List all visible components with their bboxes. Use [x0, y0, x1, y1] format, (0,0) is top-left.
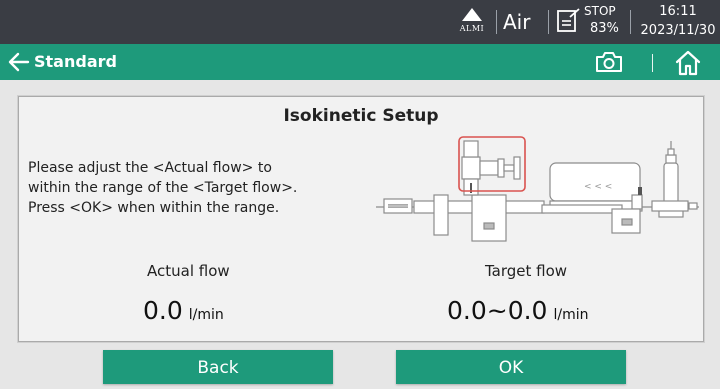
battery-icon — [557, 8, 580, 32]
actual-flow-value: 0.0 — [143, 296, 183, 325]
home-icon[interactable] — [674, 49, 702, 77]
flow-direction-arrows: < < < — [584, 182, 612, 192]
run-state: STOP — [584, 4, 616, 18]
panel-title: Isokinetic Setup — [283, 106, 439, 126]
instruction-line: Press <OK> when within the range. — [28, 200, 280, 216]
status-bar: ALMI Air STOP 83% 16:11 2023/11/30 — [0, 0, 720, 44]
gas-type: Air — [503, 10, 531, 34]
alarm-icon — [462, 8, 482, 21]
status-divider — [548, 10, 549, 34]
clock-date: 2023/11/30 — [640, 23, 716, 38]
target-flow-readout: 0.0~0.0 l/min — [447, 293, 588, 333]
instructions: Please adjust the <Actual flow> to withi… — [28, 158, 297, 218]
status-divider — [630, 10, 631, 34]
ok-button[interactable]: OK — [396, 350, 626, 384]
instruction-line: within the range of the <Target flow>. — [28, 180, 298, 196]
camera-icon[interactable] — [594, 50, 624, 74]
instruction-line: Please adjust the <Actual flow> to — [28, 160, 272, 176]
nav-bar: Standard — [0, 44, 720, 80]
isokinetic-setup-panel: Isokinetic Setup Please adjust the <Actu… — [18, 96, 704, 342]
actual-flow-unit: l/min — [188, 307, 224, 323]
status-divider — [496, 10, 497, 34]
sampling-train-diagram: < < < — [376, 136, 699, 242]
clock-time: 16:11 — [659, 4, 697, 19]
actual-flow-readout: 0.0 l/min — [143, 293, 224, 333]
nav-divider — [652, 54, 653, 72]
back-button[interactable]: Back — [103, 350, 333, 384]
back-arrow-icon[interactable] — [6, 50, 32, 74]
alarm-label: ALMI — [459, 24, 485, 33]
target-flow-label: Target flow — [485, 262, 568, 280]
battery-level: 83% — [590, 21, 619, 36]
target-flow-unit: l/min — [553, 307, 589, 323]
alarm-indicator[interactable]: ALMI — [452, 4, 492, 40]
actual-flow-label: Actual flow — [147, 262, 230, 280]
page-title: Standard — [34, 52, 117, 71]
target-flow-value: 0.0~0.0 — [447, 296, 548, 325]
